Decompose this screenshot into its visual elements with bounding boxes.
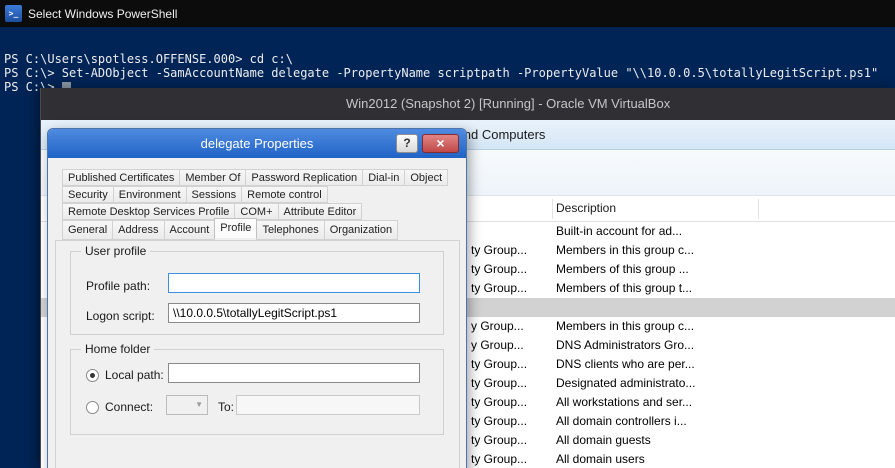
profile-path-input[interactable] xyxy=(168,273,420,293)
tab-published-certificates[interactable]: Published Certificates xyxy=(62,169,180,186)
help-button[interactable]: ? xyxy=(396,134,418,153)
home-folder-group: Home folder xyxy=(70,349,444,435)
tab-telephones[interactable]: Telephones xyxy=(256,220,324,240)
tab-dial-in[interactable]: Dial-in xyxy=(362,169,405,186)
tab-object[interactable]: Object xyxy=(404,169,448,186)
row-description: Designated administrato... xyxy=(556,374,695,393)
console-line: PS C:\Users\spotless.OFFENSE.000> cd c:\ xyxy=(4,52,895,66)
row-type: ty Group... xyxy=(471,260,527,279)
tab-environment[interactable]: Environment xyxy=(113,186,187,203)
row-type: ty Group... xyxy=(471,393,527,412)
tab-remote-control[interactable]: Remote control xyxy=(241,186,328,203)
dialog-titlebar[interactable]: delegate Properties ? × xyxy=(48,129,466,158)
home-folder-group-label: Home folder xyxy=(81,342,154,356)
tab-profile[interactable]: Profile xyxy=(214,218,257,238)
console-line: PS C:\> Set-ADObject -SamAccountName del… xyxy=(4,66,895,80)
delegate-properties-dialog: delegate Properties ? × Published Certif… xyxy=(47,128,467,468)
row-type: ty Group... xyxy=(471,431,527,450)
tab-attribute-editor[interactable]: Attribute Editor xyxy=(278,203,363,220)
row-type: ty Group... xyxy=(471,241,527,260)
row-description: Members of this group t... xyxy=(556,279,692,298)
row-type: y Group... xyxy=(471,317,524,336)
row-type: ty Group... xyxy=(471,355,527,374)
tab-row-2: SecurityEnvironmentSessionsRemote contro… xyxy=(62,186,327,204)
screen: >_ Select Windows PowerShell PS C:\Users… xyxy=(0,0,895,468)
logon-script-label: Logon script: xyxy=(86,309,155,323)
row-description: All domain users xyxy=(556,450,645,468)
row-description: DNS clients who are per... xyxy=(556,355,695,374)
tab-remote-desktop-services-profile[interactable]: Remote Desktop Services Profile xyxy=(62,203,235,220)
powershell-icon: >_ xyxy=(5,5,22,22)
row-type: ty Group... xyxy=(471,450,527,468)
row-description: DNS Administrators Gro... xyxy=(556,336,694,355)
row-description: All domain controllers i... xyxy=(556,412,687,431)
row-description: All domain guests xyxy=(556,431,651,450)
row-type: ty Group... xyxy=(471,374,527,393)
local-path-input[interactable] xyxy=(168,363,420,383)
tab-address[interactable]: Address xyxy=(112,220,164,240)
column-separator xyxy=(758,199,759,219)
tab-account[interactable]: Account xyxy=(164,220,216,240)
user-profile-group-label: User profile xyxy=(81,244,150,258)
virtualbox-titlebar[interactable]: Win2012 (Snapshot 2) [Running] - Oracle … xyxy=(41,88,895,120)
tab-sessions[interactable]: Sessions xyxy=(186,186,243,203)
virtualbox-window-title: Win2012 (Snapshot 2) [Running] - Oracle … xyxy=(346,88,670,120)
row-description: Members in this group c... xyxy=(556,241,694,260)
tab-member-of[interactable]: Member Of xyxy=(179,169,246,186)
local-path-radio[interactable] xyxy=(86,369,99,382)
row-type: y Group... xyxy=(471,336,524,355)
tab-security[interactable]: Security xyxy=(62,186,114,203)
row-type: ty Group... xyxy=(471,412,527,431)
row-description: Members in this group c... xyxy=(556,317,694,336)
tab-password-replication[interactable]: Password Replication xyxy=(245,169,363,186)
to-label: To: xyxy=(218,400,234,414)
tab-organization[interactable]: Organization xyxy=(324,220,398,240)
description-column-header[interactable]: Description xyxy=(556,196,616,221)
row-description: All workstations and ser... xyxy=(556,393,692,412)
profile-path-label: Profile path: xyxy=(86,279,150,293)
local-path-label: Local path: xyxy=(105,368,164,382)
tab-row-3: Remote Desktop Services ProfileCOM+Attri… xyxy=(62,203,361,221)
connect-to-input[interactable] xyxy=(236,395,420,415)
row-description: Members of this group ... xyxy=(556,260,689,279)
row-type: ty Group... xyxy=(471,279,527,298)
tab-general[interactable]: General xyxy=(62,220,113,240)
logon-script-input[interactable] xyxy=(168,303,420,323)
row-description: Built-in account for ad... xyxy=(556,222,682,241)
close-button[interactable]: × xyxy=(422,134,459,153)
powershell-window-title: Select Windows PowerShell xyxy=(28,7,177,21)
connect-radio[interactable] xyxy=(86,401,99,414)
column-separator xyxy=(552,199,553,219)
powershell-titlebar[interactable]: >_ Select Windows PowerShell xyxy=(0,0,895,27)
tab-row-4: GeneralAddressAccountProfileTelephonesOr… xyxy=(62,220,397,240)
drive-letter-select[interactable] xyxy=(166,395,208,415)
connect-label: Connect: xyxy=(105,400,153,414)
tab-row-1: Published CertificatesMember OfPassword … xyxy=(62,169,447,187)
